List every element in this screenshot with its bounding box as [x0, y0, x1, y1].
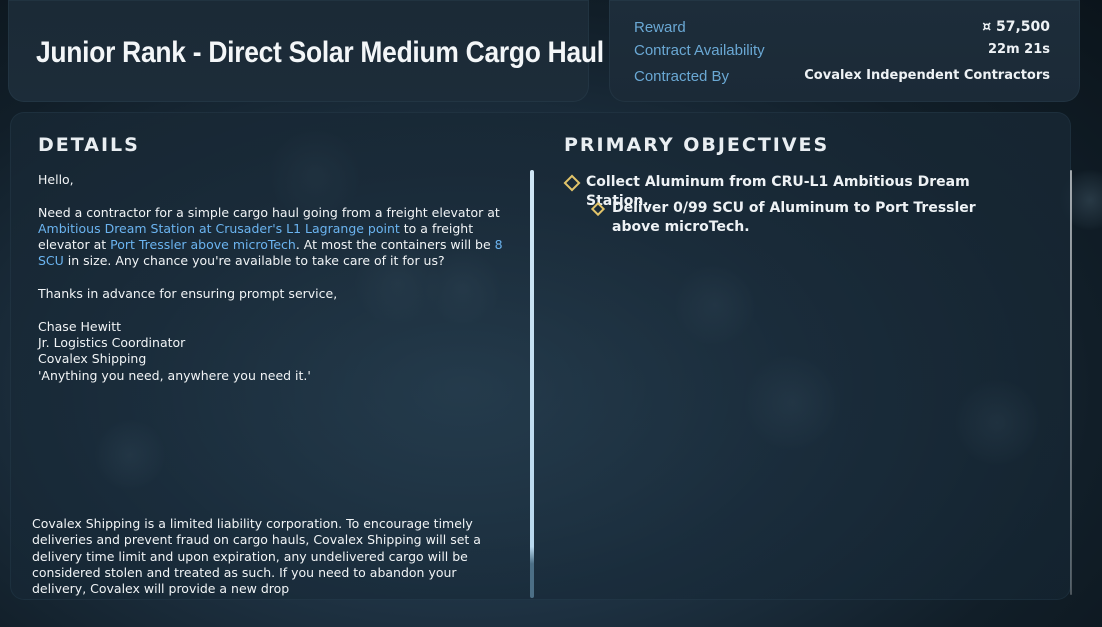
reward-label: Reward — [634, 19, 686, 36]
reward-value: ¤ 57,500 — [982, 19, 1050, 35]
contracted-by-label: Contracted By — [634, 68, 730, 85]
contract-title: Junior Rank - Direct Solar Medium Cargo … — [36, 36, 604, 69]
request-text-3: . At most the containers will be — [295, 237, 495, 253]
dropoff-location-link[interactable]: Port Tressler above microTech — [110, 237, 296, 252]
availability-value: 22m 21s — [988, 42, 1050, 57]
details-body: Hello, Need a contractor for a simple ca… — [38, 172, 508, 384]
contracted-by-value: Covalex Independent Contractors — [804, 68, 1050, 83]
objectives-heading: PRIMARY OBJECTIVES — [564, 134, 830, 156]
contract-info-panel: Reward ¤ 57,500 Contract Availability 22… — [609, 0, 1080, 102]
request-text-4: in size. Any chance you're available to … — [63, 253, 445, 269]
pickup-location-link[interactable]: Ambitious Dream Station at Crusader's L1… — [38, 221, 400, 236]
request-text-1: Need a contractor for a simple cargo hau… — [38, 204, 500, 220]
disclaimer-text: Covalex Shipping is a limited liability … — [32, 516, 481, 597]
signature-name: Chase Hewitt — [38, 318, 122, 334]
availability-label: Contract Availability — [634, 42, 765, 59]
signature-company: Covalex Shipping — [38, 351, 147, 367]
greeting-text: Hello, — [38, 172, 74, 187]
column-scrollbar[interactable] — [530, 170, 534, 598]
availability-row: Contract Availability 22m 21s — [634, 42, 1050, 62]
signature-motto: 'Anything you need, anywhere you need it… — [38, 367, 311, 383]
sub-objective: Deliver 0/99 SCU of Aluminum to Port Tre… — [612, 200, 976, 235]
contracted-by-row: Contracted By Covalex Independent Contra… — [634, 68, 1050, 88]
contract-title-panel: Junior Rank - Direct Solar Medium Cargo … — [8, 0, 604, 102]
thanks-text: Thanks in advance for ensuring prompt se… — [38, 286, 338, 302]
panel-edge-line — [1070, 170, 1072, 595]
signature-title: Jr. Logistics Coordinator — [38, 334, 186, 350]
details-heading: DETAILS — [38, 134, 140, 156]
reward-row: Reward ¤ 57,500 — [634, 19, 1050, 39]
request-paragraph: Need a contractor for a simple cargo hau… — [38, 205, 508, 270]
